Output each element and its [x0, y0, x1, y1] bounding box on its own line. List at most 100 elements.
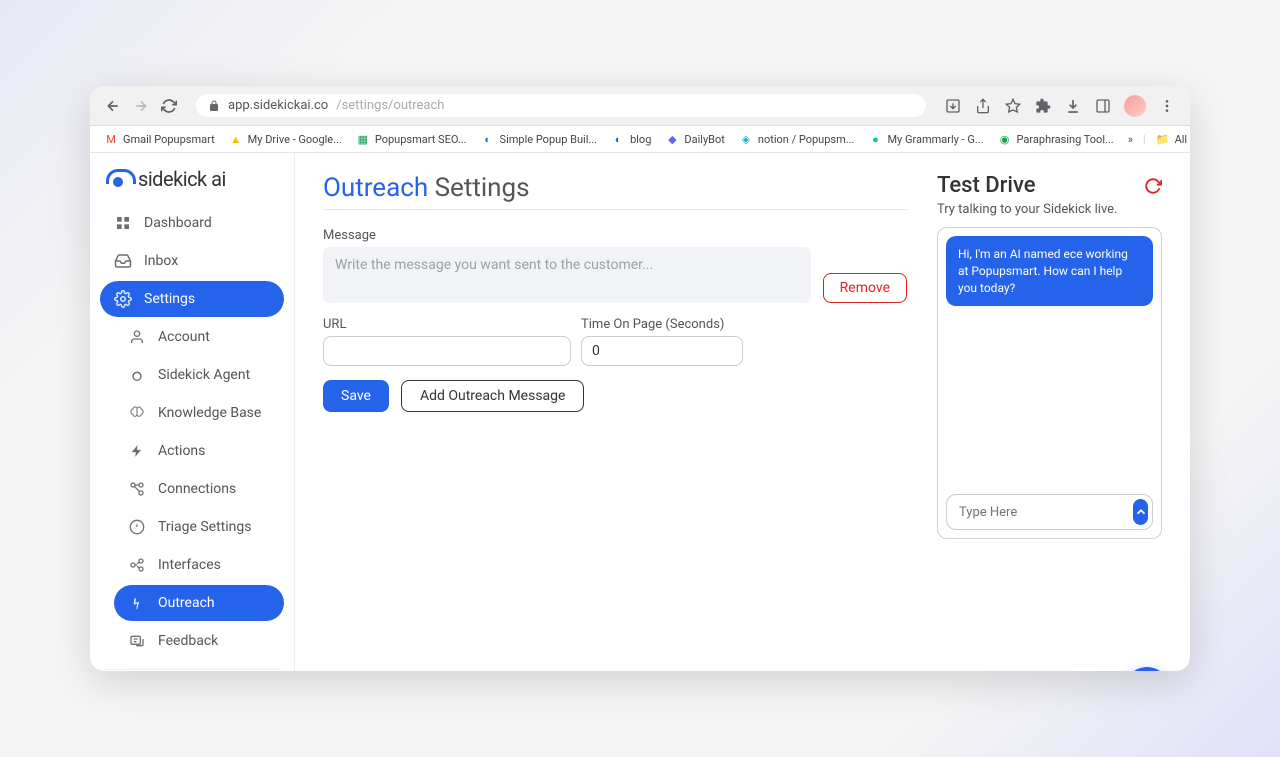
time-label: Time On Page (Seconds): [581, 317, 743, 332]
main-area: Outreach Settings Message Remove URL Tim…: [295, 153, 1190, 671]
bookmark-paraphrase[interactable]: ◉Paraphrasing Tool...: [998, 132, 1114, 146]
sidebar-item-settings[interactable]: Settings: [100, 281, 284, 317]
sidebar-label: Interfaces: [158, 557, 221, 573]
paraphrase-icon: ◉: [998, 132, 1012, 146]
feedback-icon: [128, 632, 146, 650]
extensions-icon[interactable]: [1034, 97, 1052, 115]
sidebar: sidekick ai Dashboard Inbox Settings Acc…: [90, 153, 295, 671]
sidebar-item-outreach[interactable]: Outreach: [114, 585, 284, 621]
grammarly-icon: ●: [868, 132, 882, 146]
sidebar-label: Account: [158, 329, 210, 345]
chat-send-button[interactable]: [1133, 499, 1148, 525]
dailybot-icon: ◆: [665, 132, 679, 146]
sidebar-item-agent[interactable]: Sidekick Agent: [114, 357, 284, 393]
url-path: /settings/outreach: [336, 98, 444, 113]
add-outreach-button[interactable]: Add Outreach Message: [401, 380, 585, 412]
bookmark-gmail[interactable]: MGmail Popupsmart: [104, 132, 215, 146]
message-label: Message: [323, 228, 907, 243]
sidebar-item-interfaces[interactable]: Interfaces: [114, 547, 284, 583]
sidebar-label: Actions: [158, 443, 205, 459]
brain-icon: [128, 404, 146, 422]
refresh-icon[interactable]: [1144, 177, 1162, 195]
sidebar-label: Sidekick Agent: [158, 367, 250, 383]
notion-icon: ◈: [739, 132, 753, 146]
dashboard-icon: [114, 214, 132, 232]
address-bar[interactable]: app.sidekickai.co/settings/outreach: [196, 94, 926, 117]
browser-toolbar: app.sidekickai.co/settings/outreach: [90, 86, 1190, 126]
forward-button[interactable]: [132, 97, 150, 115]
url-host: app.sidekickai.co: [228, 98, 328, 113]
bookmark-blog[interactable]: ◐blog: [611, 132, 651, 146]
sidebar-item-inbox[interactable]: Inbox: [100, 243, 284, 279]
message-input[interactable]: [323, 247, 811, 303]
interfaces-icon: [128, 556, 146, 574]
gear-icon: [114, 290, 132, 308]
bookmark-dailybot[interactable]: ◆DailyBot: [665, 132, 724, 146]
share-icon[interactable]: [974, 97, 992, 115]
time-input[interactable]: [581, 336, 743, 366]
sidebar-label: Outreach: [158, 595, 215, 611]
bookmarks-overflow[interactable]: »: [1128, 133, 1133, 146]
bookmark-notion[interactable]: ◈notion / Popupsm...: [739, 132, 855, 146]
alert-icon: [128, 518, 146, 536]
url-label: URL: [323, 317, 571, 332]
sidebar-item-triage[interactable]: Triage Settings: [114, 509, 284, 545]
bookmark-grammarly[interactable]: ●My Grammarly - G...: [868, 132, 983, 146]
title-underline: [323, 209, 907, 210]
sidebar-item-connections[interactable]: Connections: [114, 471, 284, 507]
download-icon[interactable]: [1064, 97, 1082, 115]
save-button[interactable]: Save: [323, 380, 389, 412]
bookmark-star-icon[interactable]: [1004, 97, 1022, 115]
bookmark-popup[interactable]: ◐Simple Popup Buil...: [481, 132, 598, 146]
connections-icon: [128, 480, 146, 498]
install-icon[interactable]: [944, 97, 962, 115]
folder-icon: 📁: [1156, 132, 1170, 146]
wave-icon: [128, 594, 146, 612]
inbox-icon: [114, 252, 132, 270]
url-input[interactable]: [323, 336, 571, 366]
lock-icon: [208, 100, 220, 112]
remove-button[interactable]: Remove: [823, 273, 907, 303]
sidebar-item-feedback[interactable]: Feedback: [114, 623, 284, 659]
test-drive-panel: Test Drive Try talking to your Sidekick …: [937, 173, 1162, 651]
panel-icon[interactable]: [1094, 97, 1112, 115]
app-content: sidekick ai Dashboard Inbox Settings Acc…: [90, 153, 1190, 671]
page-title: Outreach Settings: [323, 173, 907, 203]
agent-icon: [128, 366, 146, 384]
sidebar-label: Triage Settings: [158, 519, 251, 535]
logo-icon: [106, 167, 130, 191]
all-bookmarks-button[interactable]: 📁All Bookmarks: [1156, 132, 1190, 146]
drive-icon: ▲: [229, 132, 243, 146]
sidebar-item-knowledge[interactable]: Knowledge Base: [114, 395, 284, 431]
sidebar-divider: [104, 669, 280, 670]
blog-icon: ◐: [611, 132, 625, 146]
browser-window: app.sidekickai.co/settings/outreach MGma…: [90, 86, 1190, 671]
sidebar-item-actions[interactable]: Actions: [114, 433, 284, 469]
chat-window: Hi, I'm an AI named ece working at Popup…: [937, 227, 1162, 539]
sidebar-label: Knowledge Base: [158, 405, 261, 421]
sidebar-label: Dashboard: [144, 215, 212, 231]
sidebar-label: Connections: [158, 481, 236, 497]
gmail-icon: M: [104, 132, 118, 146]
test-drive-subtitle: Try talking to your Sidekick live.: [937, 202, 1162, 217]
chat-fab[interactable]: [1124, 667, 1170, 671]
sidebar-item-dashboard[interactable]: Dashboard: [100, 205, 284, 241]
reload-button[interactable]: [160, 97, 178, 115]
profile-avatar[interactable]: [1124, 95, 1146, 117]
test-drive-title: Test Drive: [937, 173, 1036, 198]
bookmark-drive[interactable]: ▲My Drive - Google...: [229, 132, 342, 146]
bookmarks-separator: |: [1143, 133, 1146, 146]
bookmark-sheets[interactable]: ▦Popupsmart SEO...: [356, 132, 467, 146]
popup-icon: ◐: [481, 132, 495, 146]
back-button[interactable]: [104, 97, 122, 115]
sidebar-item-account[interactable]: Account: [114, 319, 284, 355]
chat-input-row: [946, 494, 1153, 530]
sheets-icon: ▦: [356, 132, 370, 146]
page-title-rest: Settings: [428, 173, 529, 203]
user-icon: [128, 328, 146, 346]
logo-text: sidekick ai: [138, 167, 226, 191]
chat-input[interactable]: [951, 501, 1133, 524]
sidebar-label: Settings: [144, 291, 195, 307]
menu-icon[interactable]: [1158, 97, 1176, 115]
logo[interactable]: sidekick ai: [100, 167, 284, 205]
